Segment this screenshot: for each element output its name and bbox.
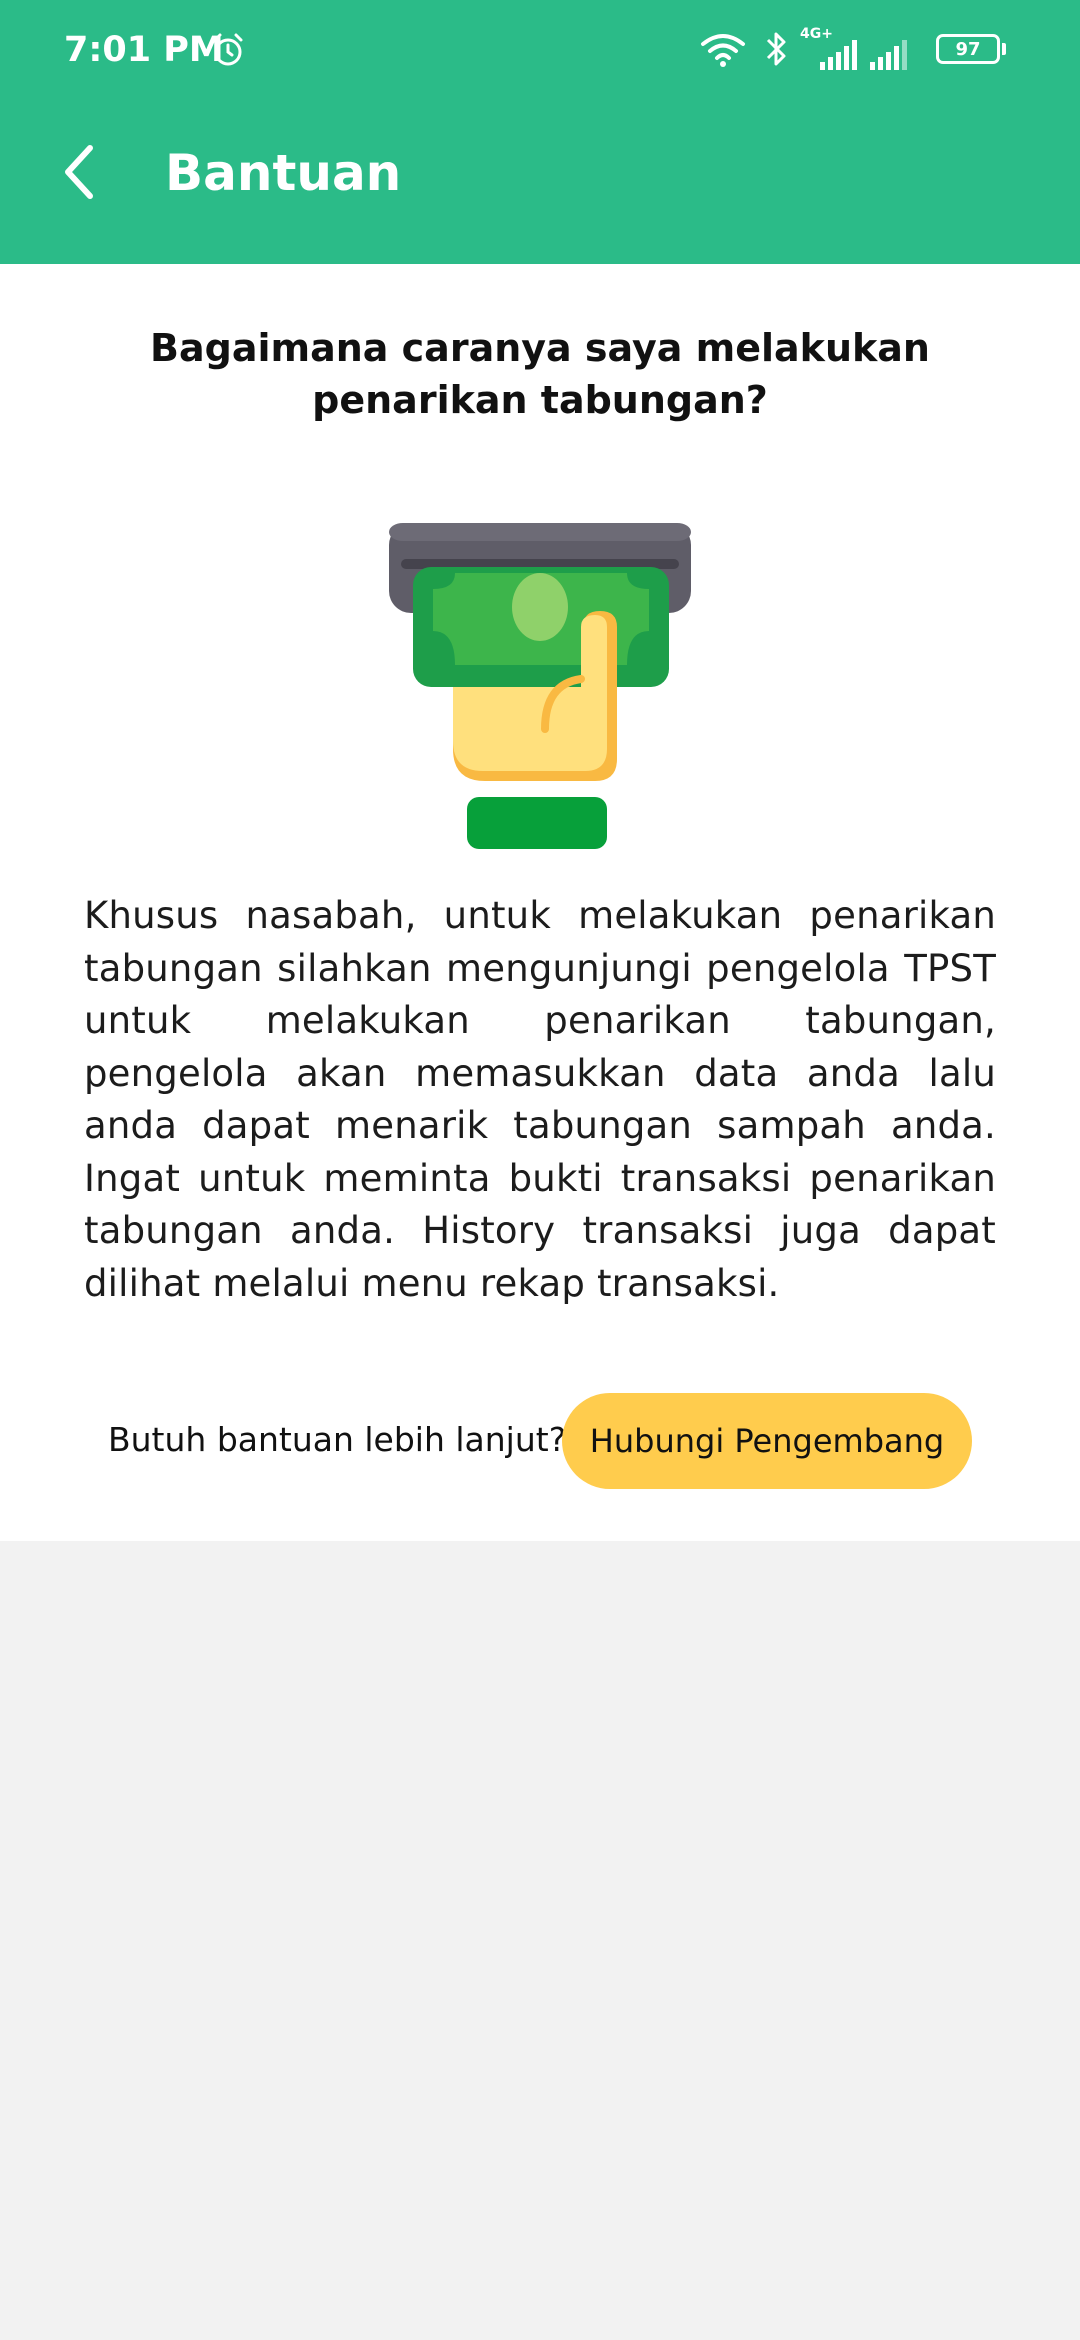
- status-icons: 4G+ 97: [700, 26, 1020, 70]
- contact-developer-button[interactable]: Hubungi Pengembang: [562, 1393, 972, 1489]
- wifi-icon: [701, 34, 745, 67]
- help-row: Butuh bantuan lebih lanjut? Hubungi Peng…: [0, 1390, 1080, 1490]
- page-title: Bantuan: [165, 144, 402, 202]
- faq-question: Bagaimana caranya saya melakukan penarik…: [150, 326, 930, 422]
- signal-icon: [820, 40, 857, 70]
- chevron-left-icon[interactable]: [56, 140, 108, 204]
- faq-answer: Khusus nasabah, untuk melakukan penarika…: [84, 894, 996, 1305]
- atm-cash-withdrawal-icon: [389, 523, 691, 849]
- app-header: 7:01 PM 4G+ 97 Bantuan: [0, 0, 1080, 264]
- faq-card: Bagaimana caranya saya melakukan penarik…: [0, 264, 1080, 1541]
- alarm-icon: [213, 33, 243, 66]
- help-prompt: Butuh bantuan lebih lanjut?: [108, 1420, 567, 1459]
- signal-icon: [870, 40, 907, 70]
- status-time: 7:01 PM: [64, 30, 224, 70]
- bluetooth-icon: [766, 32, 786, 66]
- battery-level: 97: [955, 38, 981, 60]
- battery-tip: [1002, 43, 1006, 55]
- status-bar: 7:01 PM 4G+ 97: [0, 0, 1080, 100]
- battery-icon: 97: [936, 34, 1000, 64]
